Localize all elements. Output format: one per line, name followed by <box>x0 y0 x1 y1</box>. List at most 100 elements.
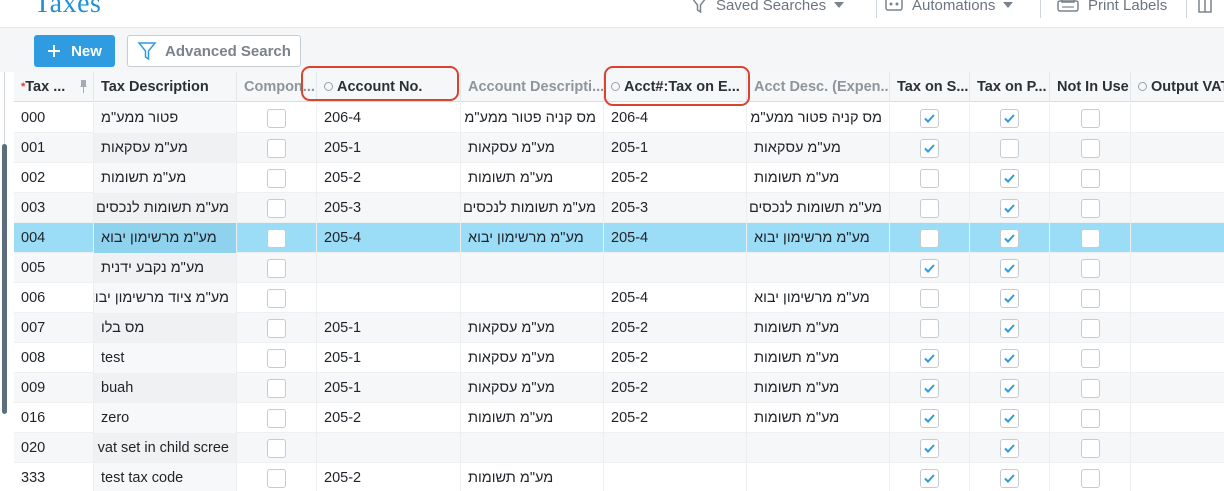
tax-on-s-checkbox[interactable] <box>920 468 939 488</box>
component-checkbox[interactable] <box>267 198 286 218</box>
cell-output-vat[interactable] <box>1131 433 1224 463</box>
cell-account-no[interactable]: 205-1 <box>317 133 461 163</box>
tax-on-s-checkbox[interactable] <box>920 408 939 428</box>
cell-acct-desc-expense[interactable]: מע"מ תשומות <box>747 163 890 193</box>
not-in-use-checkbox[interactable] <box>1080 198 1100 218</box>
column-header-output-vat[interactable]: Output VAT <box>1131 72 1224 102</box>
cell-tax-id[interactable]: 008 <box>14 343 94 373</box>
cell-acct-tax-expense[interactable]: 205-2 <box>604 163 747 193</box>
component-checkbox[interactable] <box>267 228 286 248</box>
cell-output-vat[interactable] <box>1131 403 1224 433</box>
tax-on-s-checkbox[interactable] <box>920 258 939 278</box>
tax-on-p-checkbox[interactable] <box>1000 258 1019 278</box>
automations-button[interactable]: Automations <box>884 0 1014 15</box>
component-checkbox[interactable] <box>267 258 286 278</box>
cell-description[interactable]: vat set in child scree <box>94 433 237 463</box>
not-in-use-checkbox[interactable] <box>1080 378 1100 398</box>
table-row[interactable]: 009 buah 205-1 מע"מ עסקאות 205-2 מע"מ תשומות <box>14 373 1224 403</box>
print-labels-button[interactable]: Print Labels <box>1056 0 1167 15</box>
tax-on-s-checkbox[interactable] <box>920 348 939 368</box>
tax-on-p-checkbox[interactable] <box>1000 228 1019 248</box>
tax-on-p-checkbox[interactable] <box>1000 468 1019 488</box>
cell-description[interactable]: test <box>94 343 237 373</box>
component-checkbox[interactable] <box>267 288 286 308</box>
cell-account-desc[interactable] <box>461 283 604 313</box>
cell-acct-desc-expense[interactable]: מס קניה פטור ממע"מ <box>747 103 890 133</box>
cell-account-desc[interactable]: מע"מ עסקאות <box>461 133 604 163</box>
not-in-use-checkbox[interactable] <box>1080 318 1100 338</box>
cell-account-desc[interactable]: מע"מ תשומות <box>461 163 604 193</box>
cell-account-no[interactable] <box>317 253 461 283</box>
table-row[interactable]: 004 מע"מ מרשימון יבוא 205-4 מע"מ מרשימון יב… <box>14 223 1224 253</box>
cell-description[interactable]: מס בלו <box>94 313 237 343</box>
cell-tax-id[interactable]: 003 <box>14 193 94 223</box>
component-checkbox[interactable] <box>267 378 286 398</box>
cell-description[interactable]: מע"מ נקבע ידנית <box>94 253 237 283</box>
cell-output-vat[interactable] <box>1131 373 1224 403</box>
component-checkbox[interactable] <box>267 108 286 128</box>
cell-output-vat[interactable] <box>1131 313 1224 343</box>
component-checkbox[interactable] <box>267 168 286 188</box>
tax-on-p-checkbox[interactable] <box>1000 348 1019 368</box>
cell-account-no[interactable]: 205-1 <box>317 373 461 403</box>
column-header-account-desc[interactable]: Account Descripti... <box>461 72 604 102</box>
column-header-acct-desc-expense[interactable]: Acct Desc. (Expen... <box>747 72 890 102</box>
cell-acct-tax-expense[interactable] <box>604 433 747 463</box>
component-checkbox[interactable] <box>267 438 286 458</box>
cell-acct-tax-expense[interactable]: 205-2 <box>604 373 747 403</box>
cell-acct-desc-expense[interactable]: מע"מ תשומות <box>747 403 890 433</box>
table-row[interactable]: 007 מס בלו 205-1 מע"מ עסקאות 205-2 מע"מ תשומו… <box>14 313 1224 343</box>
cell-acct-tax-expense[interactable] <box>604 253 747 283</box>
cell-account-no[interactable]: 205-3 <box>317 193 461 223</box>
cell-tax-id[interactable]: 001 <box>14 133 94 163</box>
component-checkbox[interactable] <box>267 318 286 338</box>
cell-account-desc[interactable]: מע"מ תשומות <box>461 463 604 491</box>
cell-acct-desc-expense[interactable]: מע"מ עסקאות <box>747 133 890 163</box>
cell-account-desc[interactable] <box>461 433 604 463</box>
saved-searches-button[interactable]: Saved Searches <box>690 0 845 15</box>
cell-acct-desc-expense[interactable] <box>747 433 890 463</box>
cell-account-no[interactable]: 205-2 <box>317 463 461 491</box>
cell-output-vat[interactable] <box>1131 193 1224 223</box>
cell-acct-tax-expense[interactable]: 205-4 <box>604 223 747 253</box>
tax-on-s-checkbox[interactable] <box>920 138 939 158</box>
tax-on-s-checkbox[interactable] <box>920 108 939 128</box>
cell-account-no[interactable]: 205-1 <box>317 313 461 343</box>
cell-output-vat[interactable] <box>1131 463 1224 491</box>
column-header-description[interactable]: Tax Description <box>94 72 237 102</box>
tax-on-p-checkbox[interactable] <box>1000 288 1019 308</box>
cell-tax-id[interactable]: 000 <box>14 103 94 133</box>
not-in-use-checkbox[interactable] <box>1080 348 1100 368</box>
not-in-use-checkbox[interactable] <box>1080 228 1100 248</box>
cell-acct-desc-expense[interactable]: מע"מ תשומות <box>747 373 890 403</box>
cell-acct-desc-expense[interactable]: מע"מ מרשימון יבוא <box>747 283 890 313</box>
cell-tax-id[interactable]: 002 <box>14 163 94 193</box>
tax-on-s-checkbox[interactable] <box>920 198 939 218</box>
cell-acct-tax-expense[interactable]: 205-2 <box>604 313 747 343</box>
cell-acct-tax-expense[interactable]: 206-4 <box>604 103 747 133</box>
cell-acct-desc-expense[interactable] <box>747 253 890 283</box>
cell-output-vat[interactable] <box>1131 133 1224 163</box>
cell-account-no[interactable]: 205-2 <box>317 163 461 193</box>
not-in-use-checkbox[interactable] <box>1080 168 1100 188</box>
not-in-use-checkbox[interactable] <box>1080 438 1100 458</box>
cell-description[interactable]: מע"מ תשומות לנכסים <box>94 193 237 223</box>
cell-account-desc[interactable]: מע"מ תשומות <box>461 403 604 433</box>
tax-on-p-checkbox[interactable] <box>1000 318 1019 338</box>
cell-account-desc[interactable]: מע"מ עסקאות <box>461 313 604 343</box>
cell-acct-desc-expense[interactable]: מע"מ תשומות <box>747 343 890 373</box>
cell-acct-desc-expense[interactable]: מע"מ מרשימון יבוא <box>747 223 890 253</box>
cell-account-desc[interactable]: מע"מ עסקאות <box>461 343 604 373</box>
cell-account-no[interactable]: 205-1 <box>317 343 461 373</box>
cell-output-vat[interactable] <box>1131 103 1224 133</box>
cell-acct-desc-expense[interactable]: מע"מ תשומות לנכסים <box>747 193 890 223</box>
tax-on-p-checkbox[interactable] <box>1000 138 1019 158</box>
cell-acct-tax-expense[interactable]: 205-2 <box>604 343 747 373</box>
cell-output-vat[interactable] <box>1131 343 1224 373</box>
not-in-use-checkbox[interactable] <box>1080 408 1100 428</box>
pin-icon[interactable] <box>80 80 87 93</box>
table-row[interactable]: 003 מע"מ תשומות לנכסים 205-3 מע"מ תשומות לנ… <box>14 193 1224 223</box>
cell-acct-tax-expense[interactable]: 205-1 <box>604 133 747 163</box>
cell-account-no[interactable]: 205-2 <box>317 403 461 433</box>
cell-account-desc[interactable]: מע"מ תשומות לנכסים <box>461 193 604 223</box>
